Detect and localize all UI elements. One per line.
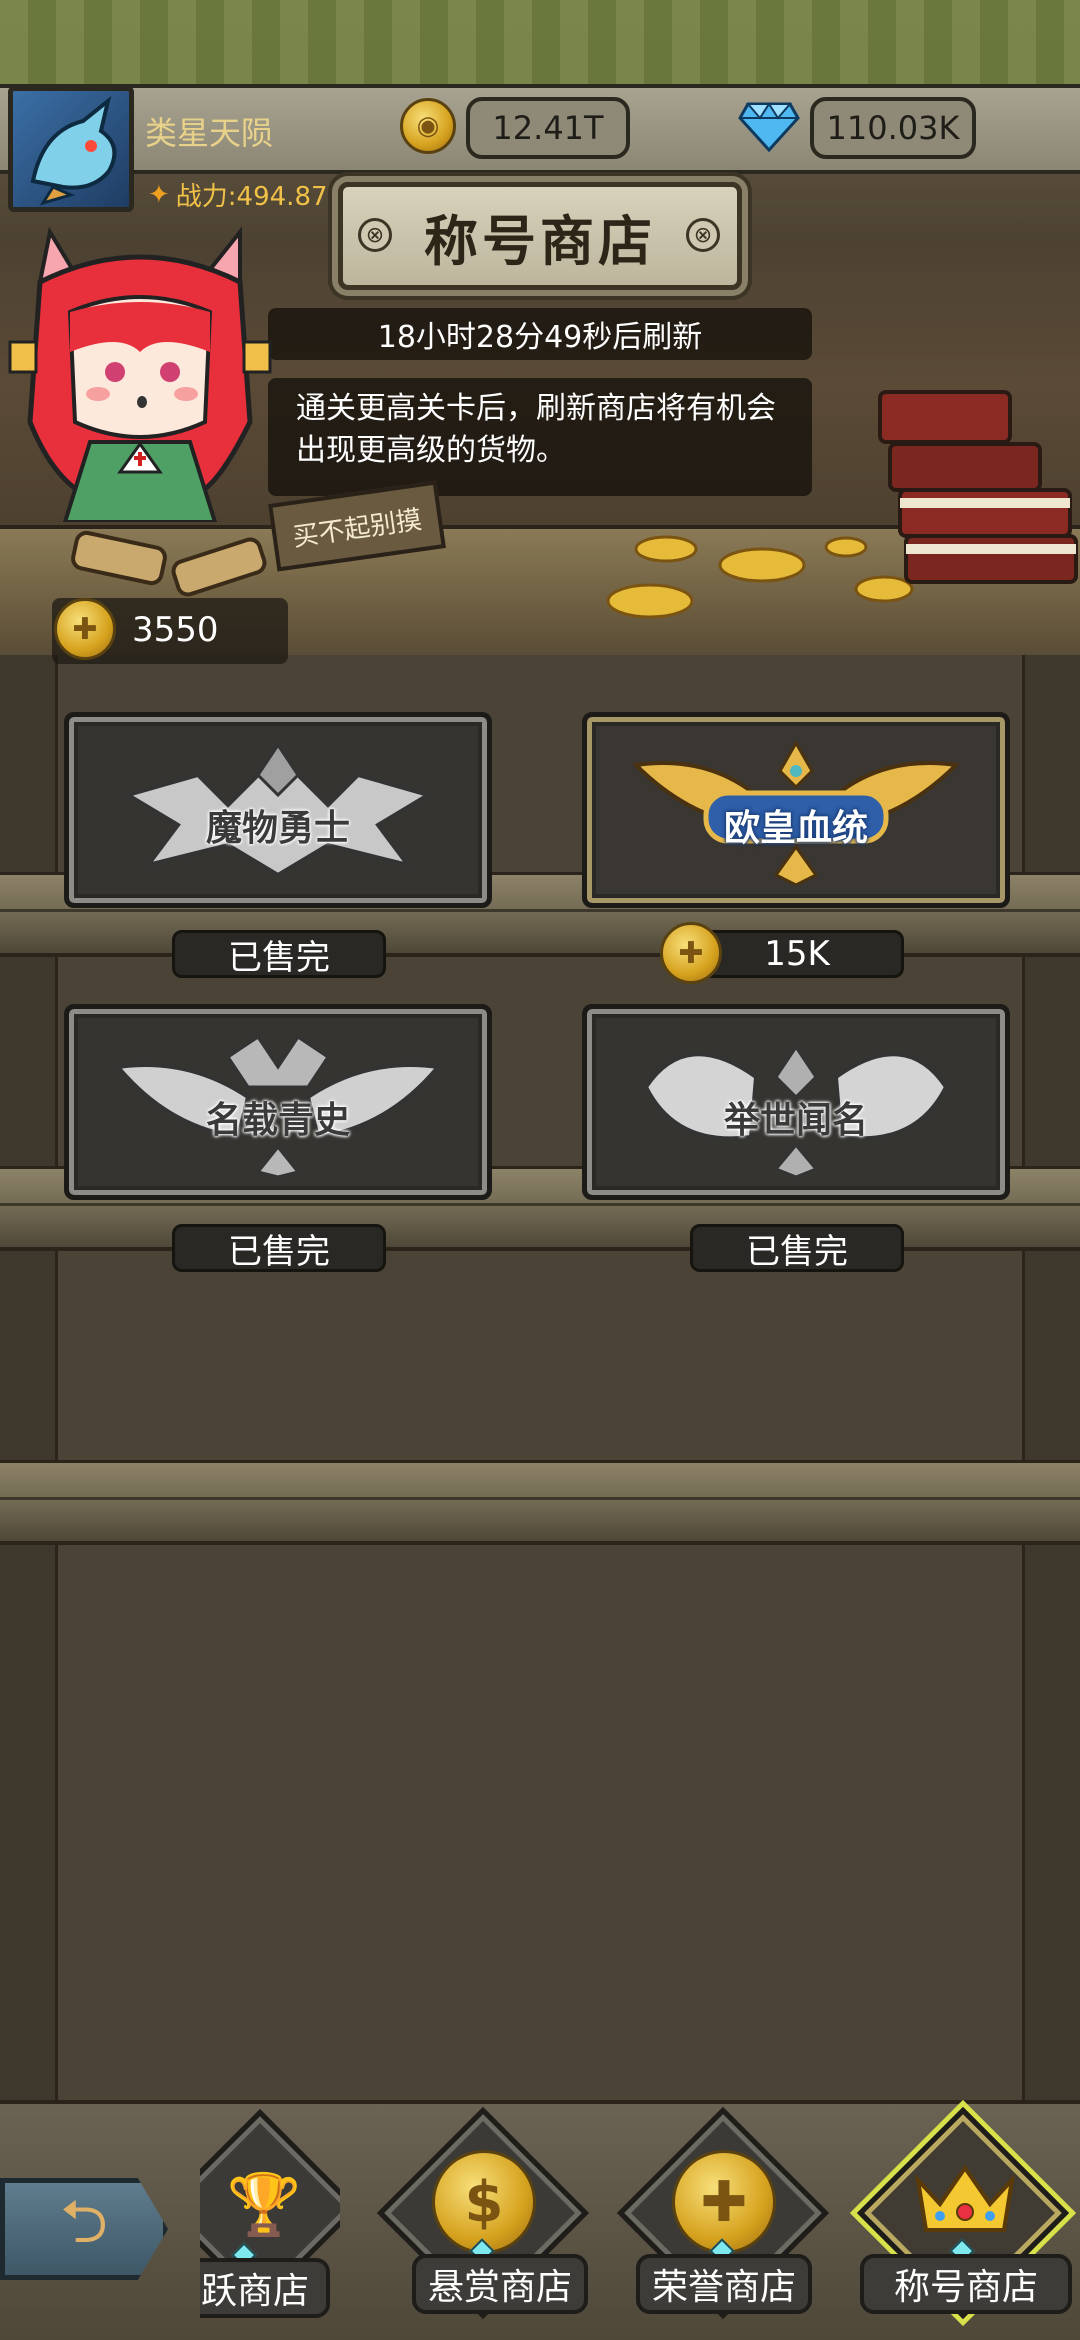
star-coin-icon: ✚ bbox=[54, 598, 116, 660]
crown-icon bbox=[914, 2164, 1016, 2232]
item-title-name: 举世闻名 bbox=[723, 1099, 869, 1141]
scroll-decoration bbox=[71, 530, 267, 597]
shop-hint: 通关更高关卡后，刷新商店将有机会出现更高级的货物。 bbox=[268, 378, 812, 496]
refresh-timer: 18小时28分49秒后刷新 bbox=[268, 308, 812, 360]
shelf-plank bbox=[0, 1460, 1080, 1545]
shop-item-card[interactable]: 魔物勇士 bbox=[64, 712, 492, 908]
avatar[interactable] bbox=[8, 86, 134, 212]
price-value: 15K bbox=[764, 934, 830, 974]
nav-label[interactable]: 荣誉商店 bbox=[636, 2254, 812, 2314]
trophy-icon: 🏆 bbox=[226, 2169, 302, 2240]
shop-item-card[interactable]: 欧皇血统 bbox=[582, 712, 1010, 908]
sold-out-label: 已售完 bbox=[172, 1224, 386, 1272]
bolt-icon: ⊗ bbox=[358, 218, 392, 252]
gold-coin-icon: ◉ bbox=[400, 98, 456, 154]
nav-label[interactable]: 悬赏商店 bbox=[412, 2254, 588, 2314]
shop-title-sign: 称号商店 bbox=[338, 182, 742, 290]
page-title: 称号商店 bbox=[424, 209, 656, 273]
item-title-name: 欧皇血统 bbox=[723, 807, 869, 849]
nav-label: 跃商店 bbox=[200, 2258, 330, 2318]
sold-out-label: 已售完 bbox=[690, 1224, 904, 1272]
nav-label[interactable]: 称号商店 bbox=[860, 2254, 1072, 2314]
forest-backdrop bbox=[0, 0, 1080, 90]
shop-item-card[interactable]: 举世闻名 bbox=[582, 1004, 1010, 1200]
back-arrow-icon: ⮌ bbox=[59, 2187, 109, 2257]
honor-coin-icon: ✚ bbox=[672, 2150, 776, 2254]
item-title-name: 名载青史 bbox=[205, 1099, 351, 1141]
star-coin-icon: ✚ bbox=[660, 922, 722, 984]
price-label[interactable]: 15K bbox=[690, 930, 904, 978]
nav-item-active-shop[interactable]: 🏆 跃商店 bbox=[200, 2098, 340, 2340]
bolt-icon: ⊗ bbox=[686, 218, 720, 252]
gold-value[interactable]: 12.41T bbox=[466, 97, 630, 159]
dragon-avatar-icon bbox=[30, 95, 117, 206]
back-button[interactable]: ⮌ bbox=[0, 2178, 168, 2280]
bounty-coin-icon: $ bbox=[432, 2150, 536, 2254]
power-value: 战力:494.87K bbox=[175, 182, 345, 212]
gem-value[interactable]: 110.03K bbox=[810, 97, 976, 159]
shop-item-card[interactable]: 名载青史 bbox=[64, 1004, 492, 1200]
shopkeeper-character bbox=[8, 226, 272, 522]
book-stack-decoration bbox=[878, 390, 1078, 584]
diamond-icon bbox=[738, 102, 800, 152]
power-row: ✦ 战力:494.87K bbox=[148, 176, 345, 213]
power-icon: ✦ bbox=[148, 179, 170, 210]
shop-currency-value: 3550 bbox=[132, 610, 219, 650]
item-title-name: 魔物勇士 bbox=[205, 807, 351, 849]
sold-out-label: 已售完 bbox=[172, 930, 386, 978]
player-name: 类星天陨 bbox=[145, 114, 274, 152]
